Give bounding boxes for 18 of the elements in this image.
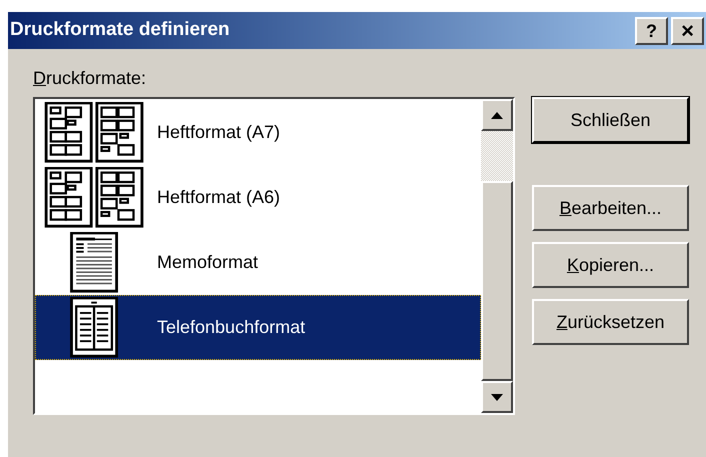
scroll-down-button[interactable]	[481, 381, 513, 413]
dialog-button[interactable]: Bearbeiten...	[532, 185, 689, 231]
scroll-up-button[interactable]	[481, 99, 513, 131]
dialog-button[interactable]: Schließen	[532, 97, 689, 143]
list-label: Druckformate:	[33, 67, 148, 90]
scrollbar[interactable]	[481, 99, 513, 413]
format-list-item[interactable]: Heftformat (A6)	[35, 165, 481, 230]
format-list-item[interactable]: Telefonbuchformat	[35, 295, 481, 360]
close-button[interactable]: ×	[671, 16, 704, 44]
down-arrow-icon	[491, 394, 503, 400]
format-list-item[interactable]: Heftformat (A7)	[35, 100, 481, 165]
dialog-button[interactable]: Kopieren...	[532, 242, 689, 288]
help-button[interactable]: ?	[635, 16, 668, 44]
dialog-button[interactable]: Zurücksetzen	[532, 299, 689, 345]
scroll-thumb[interactable]	[481, 181, 513, 381]
window-title: Druckformate definieren	[10, 18, 230, 42]
format-list-item[interactable]: Memoformat	[35, 230, 481, 295]
up-arrow-icon	[491, 112, 503, 118]
